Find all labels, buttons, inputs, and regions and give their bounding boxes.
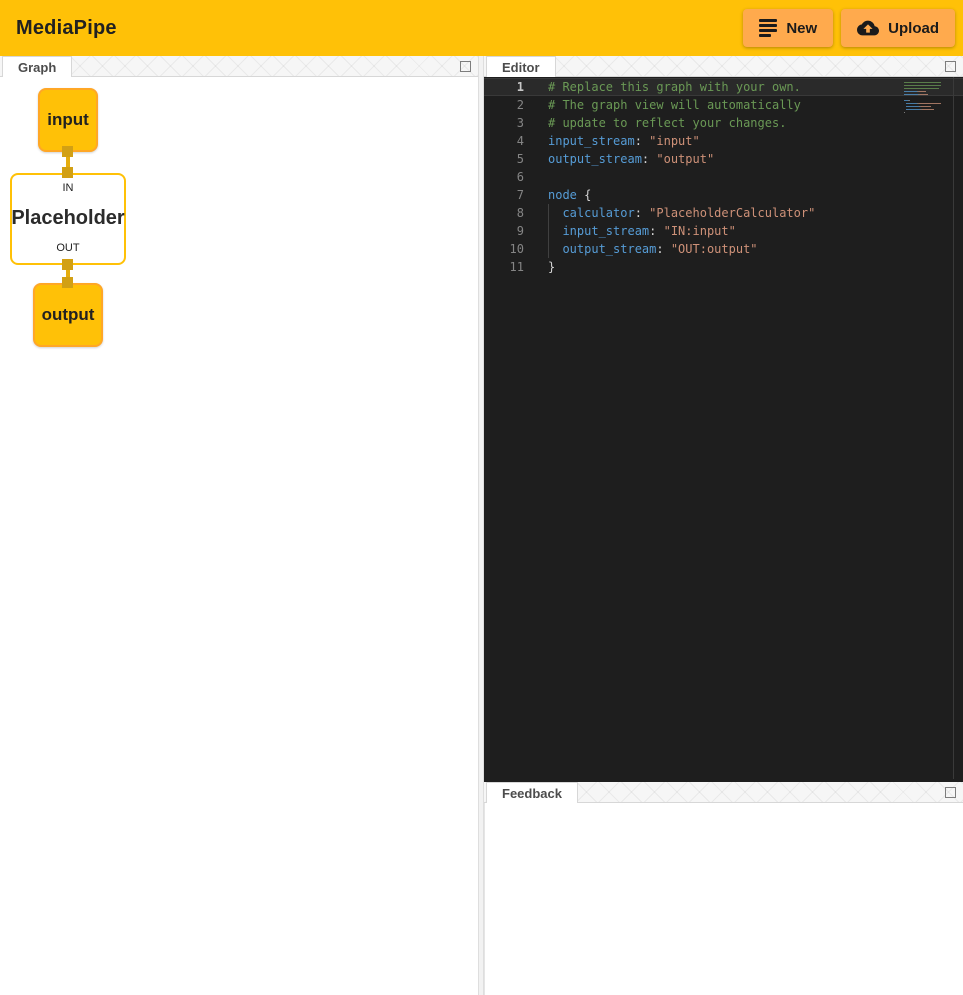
editor-minimap[interactable] xyxy=(904,80,941,113)
code-lines: 1# Replace this graph with your own.2# T… xyxy=(484,77,963,276)
code-line[interactable]: 7node { xyxy=(484,186,963,204)
maximize-icon[interactable] xyxy=(945,61,956,72)
header-actions: New Upload xyxy=(735,9,955,47)
tab-graph[interactable]: Graph xyxy=(2,56,72,77)
app-title: MediaPipe xyxy=(16,17,117,40)
main-layout: Graph input IN Placeholder OUT xyxy=(0,56,963,995)
editor-panel: Editor 1# Replace this graph with your o… xyxy=(484,56,963,779)
upload-button[interactable]: Upload xyxy=(841,9,955,47)
graph-panel-tabstrip: Graph xyxy=(0,56,478,77)
code-line[interactable]: 2# The graph view will automatically xyxy=(484,96,963,114)
out-port-of-placeholder[interactable] xyxy=(62,259,73,270)
feedback-panel-tabstrip: Feedback xyxy=(484,782,963,803)
new-graph-icon xyxy=(759,17,777,40)
tab-feedback-label: Feedback xyxy=(502,786,562,801)
code-line[interactable]: 11} xyxy=(484,258,963,276)
code-line[interactable]: 1# Replace this graph with your own. xyxy=(484,78,963,96)
code-line[interactable]: 8 calculator: "PlaceholderCalculator" xyxy=(484,204,963,222)
code-line[interactable]: 9 input_stream: "IN:input" xyxy=(484,222,963,240)
graph-panel: Graph input IN Placeholder OUT xyxy=(0,56,478,995)
graph-node-input[interactable]: input xyxy=(38,88,98,152)
editor-panel-tabstrip: Editor xyxy=(484,56,963,77)
in-port-of-placeholder[interactable] xyxy=(62,167,73,178)
output-port-of-input[interactable] xyxy=(62,146,73,157)
code-editor[interactable]: 1# Replace this graph with your own.2# T… xyxy=(484,77,963,779)
tab-feedback[interactable]: Feedback xyxy=(486,782,578,803)
graph-node-placeholder[interactable]: IN Placeholder OUT xyxy=(10,173,126,265)
graph-canvas[interactable]: input IN Placeholder OUT output xyxy=(0,77,478,995)
new-button-label: New xyxy=(786,20,817,37)
out-port-label: OUT xyxy=(56,242,79,254)
maximize-icon[interactable] xyxy=(945,787,956,798)
app-header: MediaPipe New Upload xyxy=(0,0,963,56)
new-button[interactable]: New xyxy=(743,9,833,47)
feedback-panel: Feedback xyxy=(484,782,963,995)
code-line[interactable]: 3# update to reflect your changes. xyxy=(484,114,963,132)
graph-node-output[interactable]: output xyxy=(33,283,103,347)
output-node-label: output xyxy=(42,305,95,325)
overview-ruler xyxy=(953,77,954,779)
mediapipe-visualizer: MediaPipe New Upload Graph xyxy=(0,0,963,995)
feedback-content xyxy=(484,803,963,995)
input-node-label: input xyxy=(47,110,89,130)
code-line[interactable]: 5output_stream: "output" xyxy=(484,150,963,168)
upload-button-label: Upload xyxy=(888,20,939,37)
code-line[interactable]: 10 output_stream: "OUT:output" xyxy=(484,240,963,258)
tab-graph-label: Graph xyxy=(18,60,56,75)
placeholder-node-label: Placeholder xyxy=(11,207,124,230)
code-line[interactable]: 6 xyxy=(484,168,963,186)
in-port-label: IN xyxy=(63,182,74,194)
right-column: Editor 1# Replace this graph with your o… xyxy=(484,56,963,995)
tab-editor-label: Editor xyxy=(502,60,540,75)
code-line[interactable]: 4input_stream: "input" xyxy=(484,132,963,150)
maximize-icon[interactable] xyxy=(460,61,471,72)
tab-editor[interactable]: Editor xyxy=(486,56,556,77)
input-port-of-output[interactable] xyxy=(62,277,73,288)
cloud-upload-icon xyxy=(857,17,879,39)
